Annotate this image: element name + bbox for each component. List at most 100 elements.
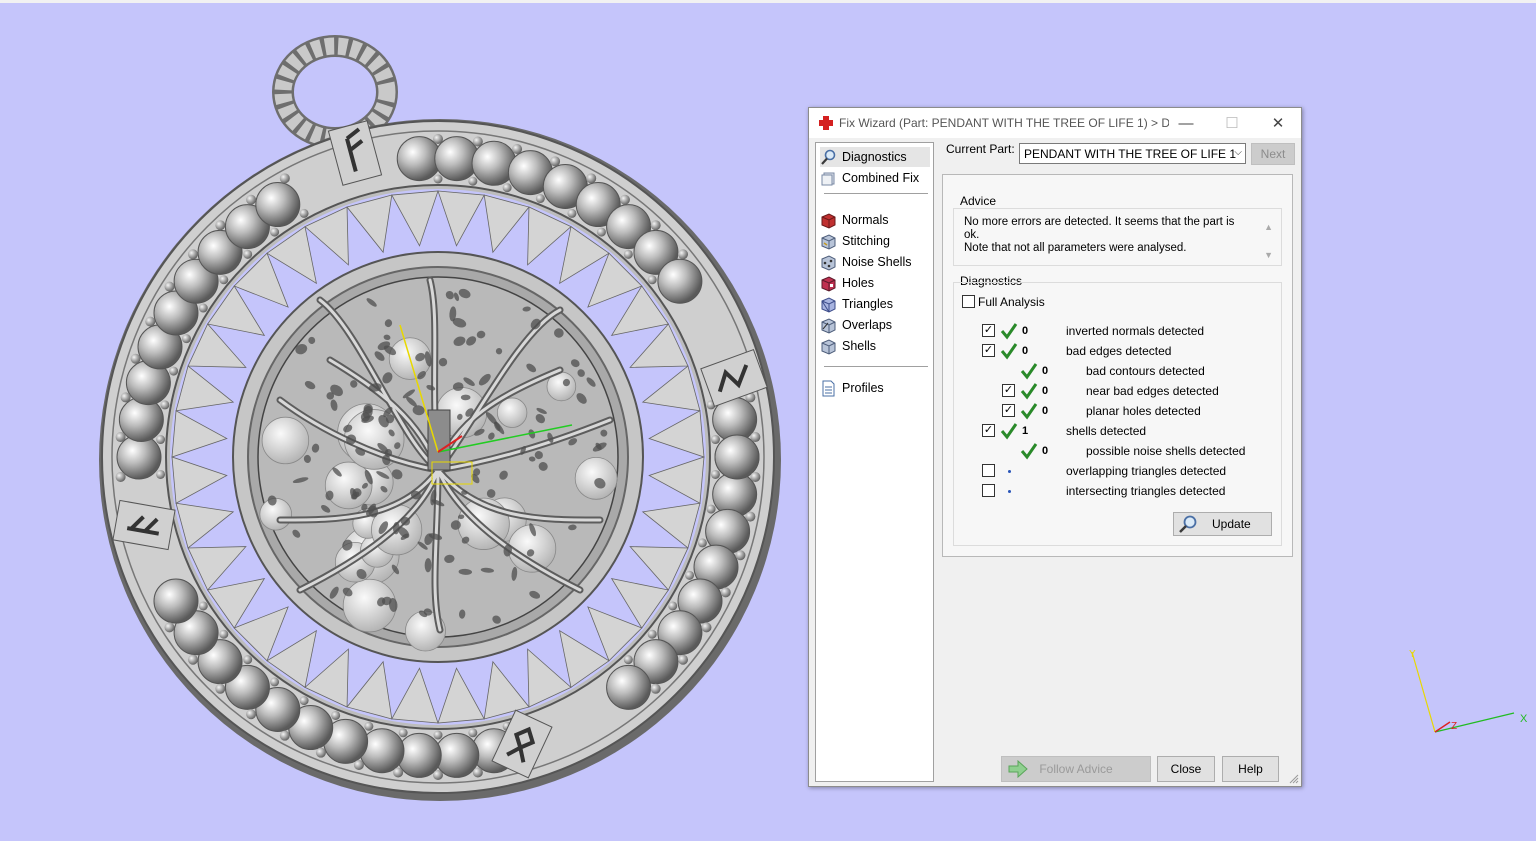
advice-line-1: No more errors are detected. It seems th… xyxy=(964,216,1251,242)
nav-item-shells[interactable]: Shells xyxy=(820,336,930,356)
bad-edges-checkbox[interactable]: ✓ xyxy=(982,344,995,357)
tiny-bead xyxy=(116,432,126,442)
green-check-icon xyxy=(1000,342,1018,360)
tiny-bead xyxy=(550,156,560,166)
cube-shell-icon xyxy=(820,338,837,355)
close-button[interactable]: Close xyxy=(1157,756,1215,782)
tiny-bead xyxy=(188,249,198,259)
dialog-title: Fix Wizard (Part: PENDANT WITH THE TREE … xyxy=(839,116,1169,130)
minimize-button[interactable]: — xyxy=(1163,108,1209,138)
near-bad-edges-checkbox[interactable]: ✓ xyxy=(1002,384,1015,397)
overlapping-triangles-label: overlapping triangles detected xyxy=(1066,464,1226,478)
not-run-dot-icon xyxy=(1008,470,1011,473)
tiny-bead xyxy=(433,134,443,144)
advice-line-2: Note that not all parameters were analys… xyxy=(964,242,1251,255)
tiny-bead xyxy=(188,655,198,665)
tiny-bead xyxy=(668,601,677,610)
tiny-bead xyxy=(685,571,694,580)
update-button[interactable]: Update xyxy=(1173,512,1272,536)
pendant-model[interactable]: Y X Z xyxy=(0,0,1536,841)
shells-checkbox[interactable]: ✓ xyxy=(982,424,995,437)
full-analysis-label: Full Analysis xyxy=(978,295,1045,309)
bead xyxy=(715,435,759,479)
wizard-nav-panel: Diagnostics Combined Fix Normals Stitchi… xyxy=(815,142,934,782)
inverted-normals-count: 0 xyxy=(1022,325,1028,337)
nav-item-noise-shells[interactable]: Noise Shells xyxy=(820,252,930,272)
tiny-bead xyxy=(300,209,309,218)
cube-dots-icon xyxy=(820,254,837,271)
inverted-normals-checkbox[interactable]: ✓ xyxy=(982,324,995,337)
tiny-bead xyxy=(651,220,661,230)
green-check-icon xyxy=(1000,322,1018,340)
tiny-bead xyxy=(750,432,760,442)
resize-grip-icon[interactable] xyxy=(1289,774,1299,784)
tiny-bead xyxy=(473,767,483,777)
inverted-normals-label: inverted normals detected xyxy=(1066,324,1204,338)
advice-box: No more errors are detected. It seems th… xyxy=(953,208,1282,266)
nav-label: Normals xyxy=(842,213,889,227)
close-window-button[interactable]: ✕ xyxy=(1255,108,1301,138)
nav-label: Diagnostics xyxy=(842,150,907,164)
green-check-icon xyxy=(1020,442,1038,460)
3d-viewport[interactable]: Y X Z xyxy=(0,0,1536,841)
nav-item-stitching[interactable]: Stitching xyxy=(820,231,930,251)
planar-holes-checkbox[interactable]: ✓ xyxy=(1002,404,1015,417)
tiny-bead xyxy=(711,435,720,444)
cube-overlap-icon xyxy=(820,317,837,334)
tiny-bead xyxy=(433,770,443,780)
tiny-bead xyxy=(215,684,225,694)
tiny-bead xyxy=(434,731,443,740)
tiny-bead xyxy=(473,137,483,147)
not-run-dot-icon xyxy=(1008,490,1011,493)
bead xyxy=(119,398,163,442)
bail-loop xyxy=(283,46,387,138)
tiny-bead xyxy=(468,177,477,186)
current-part-select[interactable]: PENDANT WITH THE TREE OF LIFE 1 ⌵ xyxy=(1019,143,1246,164)
cube-triangles-icon xyxy=(820,296,837,313)
full-analysis-checkbox[interactable] xyxy=(962,295,975,308)
bad-edges-label: bad edges detected xyxy=(1066,344,1171,358)
nav-label: Profiles xyxy=(842,381,884,395)
nav-item-combined-fix[interactable]: Combined Fix xyxy=(820,168,930,188)
dialog-titlebar[interactable]: Fix Wizard (Part: PENDANT WITH THE TREE … xyxy=(809,108,1301,138)
nav-item-normals[interactable]: Normals xyxy=(820,210,930,230)
tiny-bead xyxy=(698,538,707,547)
tiny-bead xyxy=(215,220,225,230)
advice-scrollbar[interactable]: ▲ ▼ xyxy=(1264,213,1273,269)
tiny-bead xyxy=(707,505,716,514)
tiny-bead xyxy=(156,470,165,479)
cube-hole-icon xyxy=(820,275,837,292)
nav-label: Holes xyxy=(842,276,874,290)
tiny-bead xyxy=(331,711,340,720)
tree-trunk xyxy=(428,410,450,470)
tiny-bead xyxy=(648,630,657,639)
tiny-bead xyxy=(131,354,141,364)
nav-label: Noise Shells xyxy=(842,255,911,269)
overlapping-triangles-checkbox[interactable] xyxy=(982,464,995,477)
current-part-label: Current Part: xyxy=(946,142,1015,156)
magnifier-icon xyxy=(820,149,837,166)
tiny-bead xyxy=(393,767,403,777)
nav-label: Shells xyxy=(842,339,876,353)
green-check-icon xyxy=(1020,362,1038,380)
tiny-bead xyxy=(750,472,760,482)
nav-item-overlaps[interactable]: Overlaps xyxy=(820,315,930,335)
nav-item-holes[interactable]: Holes xyxy=(820,273,930,293)
tiny-bead xyxy=(165,282,175,292)
next-button[interactable]: Next xyxy=(1251,143,1295,165)
tiny-bead xyxy=(503,183,512,192)
nav-divider xyxy=(824,193,928,194)
intersecting-triangles-checkbox[interactable] xyxy=(982,484,995,497)
nav-item-triangles[interactable]: Triangles xyxy=(820,294,930,314)
nav-item-profiles[interactable]: Profiles xyxy=(820,378,930,398)
shells-count: 1 xyxy=(1022,425,1028,437)
nav-item-diagnostics[interactable]: Diagnostics xyxy=(820,147,930,167)
tiny-bead xyxy=(620,195,630,205)
help-button[interactable]: Help xyxy=(1222,756,1279,782)
tiny-bead xyxy=(199,601,208,610)
maximize-button[interactable]: ☐ xyxy=(1209,108,1255,138)
follow-advice-button[interactable]: Follow Advice xyxy=(1001,756,1151,782)
green-check-icon xyxy=(1000,422,1018,440)
nav-label: Overlaps xyxy=(842,318,892,332)
tiny-bead xyxy=(399,728,408,737)
